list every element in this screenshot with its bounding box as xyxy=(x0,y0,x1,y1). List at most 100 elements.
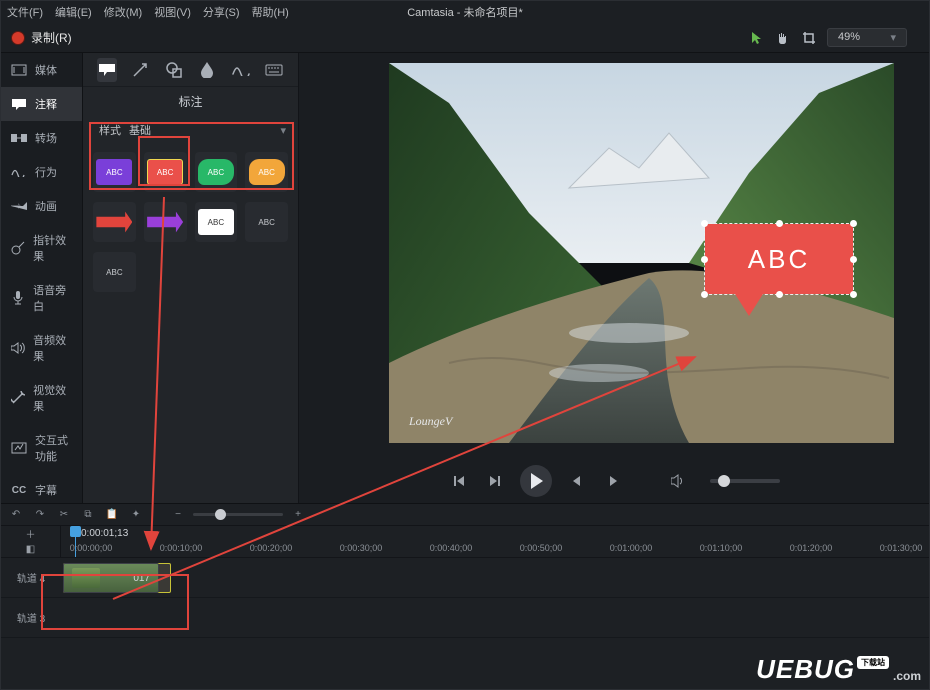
rail-visual-effects[interactable]: 视觉效果 xyxy=(1,373,82,423)
crop-tool-icon[interactable] xyxy=(801,30,817,46)
rail-interactivity[interactable]: 交互式功能 xyxy=(1,423,82,473)
behavior-icon xyxy=(11,165,27,179)
toggle-markers-icon[interactable]: ◧ xyxy=(24,543,38,557)
cc-icon: CC xyxy=(11,483,27,497)
ruler-tick: 0:00:20;00 xyxy=(250,543,293,553)
transition-icon xyxy=(11,131,27,145)
prev-frame-button[interactable] xyxy=(448,470,470,492)
timeline-ruler[interactable]: ＋ ◧ 0:00:01;13 0:00:00;00 0:00:10;00 0:00:… xyxy=(1,526,929,558)
callout-thumb-9[interactable]: ABC xyxy=(93,252,136,292)
tab-arrows-icon[interactable] xyxy=(131,58,151,82)
volume-slider[interactable] xyxy=(710,479,780,483)
record-label: 录制(R) xyxy=(31,29,72,46)
add-marker-icon[interactable]: ＋ xyxy=(24,527,38,541)
ruler-tick: 0:01:00;00 xyxy=(610,543,653,553)
menu-edit[interactable]: 编辑(E) xyxy=(55,4,92,20)
record-button[interactable]: 录制(R) xyxy=(1,29,82,46)
menu-share[interactable]: 分享(S) xyxy=(203,4,240,20)
next-marker-button[interactable] xyxy=(602,470,624,492)
track-4[interactable]: 标注 xyxy=(61,558,929,598)
rail-annotations[interactable]: 注释 xyxy=(1,87,82,121)
video-watermark: LoungeV xyxy=(409,414,452,429)
zoom-out-icon[interactable]: − xyxy=(171,508,185,522)
prev-marker-button[interactable] xyxy=(566,470,588,492)
menubar: 文件(F) 编辑(E) 修改(M) 视图(V) 分享(S) 帮助(H) Camt… xyxy=(1,1,929,23)
rail-audio-effects[interactable]: 音频效果 xyxy=(1,323,82,373)
timeline-toolbar: ↶ ↷ ✂ ⧉ 📋 ✦ − + xyxy=(1,504,929,526)
next-frame-button[interactable] xyxy=(484,470,506,492)
callout-thumb-8[interactable]: ABC xyxy=(245,202,288,242)
interactivity-icon xyxy=(11,441,27,455)
stage: LoungeV ABC xyxy=(299,53,929,503)
callout-thumb-1[interactable]: ABC xyxy=(93,152,136,192)
toolbar: 录制(R) 49%▾ xyxy=(1,23,929,53)
preview-canvas[interactable]: LoungeV ABC xyxy=(389,63,894,443)
canvas-zoom-dropdown[interactable]: 49%▾ xyxy=(827,28,907,47)
rail-captions[interactable]: CC字幕 xyxy=(1,473,82,507)
undo-icon[interactable]: ↶ xyxy=(9,508,23,522)
tab-callouts-icon[interactable] xyxy=(97,58,117,82)
track-label-4[interactable]: 轨道 4 xyxy=(1,558,61,598)
callout-thumb-3[interactable]: ABC xyxy=(195,152,238,192)
track-label-3[interactable]: 轨道 3 xyxy=(1,598,61,638)
callout-on-canvas[interactable]: ABC xyxy=(704,223,854,295)
copy-icon[interactable]: ⧉ xyxy=(81,508,95,522)
volume-icon[interactable] xyxy=(668,470,690,492)
current-timecode: 0:00:01;13 xyxy=(81,528,128,539)
annotation-tabrow xyxy=(83,53,298,87)
tab-sketch-icon[interactable] xyxy=(231,58,251,82)
callout-text: ABC xyxy=(748,244,810,275)
select-tool-icon[interactable] xyxy=(749,30,765,46)
ruler-tick: 0:00:10;00 xyxy=(160,543,203,553)
tab-keystroke-icon[interactable] xyxy=(265,58,285,82)
tab-shapes-icon[interactable] xyxy=(164,58,184,82)
ruler-tick: 0:00:40;00 xyxy=(430,543,473,553)
callout-thumb-2[interactable]: ABC xyxy=(144,152,187,192)
zoom-value: 49% xyxy=(838,31,860,43)
menu-view[interactable]: 视图(V) xyxy=(154,4,191,20)
menu-file[interactable]: 文件(F) xyxy=(7,4,43,20)
speaker-icon xyxy=(11,341,25,355)
rail-animations[interactable]: 动画 xyxy=(1,189,82,223)
redo-icon[interactable]: ↷ xyxy=(33,508,47,522)
animation-icon xyxy=(11,199,27,213)
annotation-icon xyxy=(11,97,27,111)
callout-thumb-5[interactable] xyxy=(93,202,136,242)
menu-help[interactable]: 帮助(H) xyxy=(252,4,289,20)
tab-blur-icon[interactable] xyxy=(198,58,218,82)
rail-media[interactable]: 媒体 xyxy=(1,53,82,87)
ruler-tick: 0:00:00;00 xyxy=(70,543,113,553)
split-icon[interactable]: ✦ xyxy=(129,508,143,522)
ruler-tick: 0:00:30;00 xyxy=(340,543,383,553)
callout-thumb-6[interactable] xyxy=(144,202,187,242)
pan-tool-icon[interactable] xyxy=(775,30,791,46)
chevron-down-icon: ▾ xyxy=(280,124,286,137)
ruler-tick: 0:00:50;00 xyxy=(520,543,563,553)
clip-video[interactable]: 017 xyxy=(63,563,159,593)
timeline-zoom-slider[interactable] xyxy=(193,513,283,516)
rail-behaviors[interactable]: 行为 xyxy=(1,155,82,189)
annotation-panel: 标注 样式 基础 ▾ ABC ABC ABC ABC ABC ABC ABC xyxy=(83,53,299,503)
cut-icon[interactable]: ✂ xyxy=(57,508,71,522)
page-watermark: UEBUG 下载站 .com xyxy=(756,654,921,685)
track-3[interactable]: 017 xyxy=(61,598,929,638)
record-icon xyxy=(11,31,25,45)
zoom-in-icon[interactable]: + xyxy=(291,508,305,522)
play-button[interactable] xyxy=(520,465,552,497)
style-dropdown[interactable]: 样式 基础 ▾ xyxy=(83,116,298,146)
callout-thumb-4[interactable]: ABC xyxy=(245,152,288,192)
menu-modify[interactable]: 修改(M) xyxy=(104,4,143,20)
side-rail: 媒体 注释 转场 行为 动画 指针效果 语音旁白 音频效果 视觉效果 交互式功能… xyxy=(1,53,83,503)
paste-icon[interactable]: 📋 xyxy=(105,508,119,522)
ruler-tick: 0:01:20;00 xyxy=(790,543,833,553)
canvas-wrapper: LoungeV ABC xyxy=(299,53,929,459)
rail-cursor-effects[interactable]: 指针效果 xyxy=(1,223,82,273)
app-root: 文件(F) 编辑(E) 修改(M) 视图(V) 分享(S) 帮助(H) Camt… xyxy=(0,0,930,690)
callout-thumb-7[interactable]: ABC xyxy=(195,202,238,242)
tracks: 轨道 4 轨道 3 标注 017 xyxy=(1,558,929,638)
ruler-tick: 0:01:10;00 xyxy=(700,543,743,553)
rail-transitions[interactable]: 转场 xyxy=(1,121,82,155)
rail-voice[interactable]: 语音旁白 xyxy=(1,273,82,323)
media-icon xyxy=(11,63,27,77)
callout-grid: ABC ABC ABC ABC ABC ABC ABC xyxy=(83,146,298,298)
